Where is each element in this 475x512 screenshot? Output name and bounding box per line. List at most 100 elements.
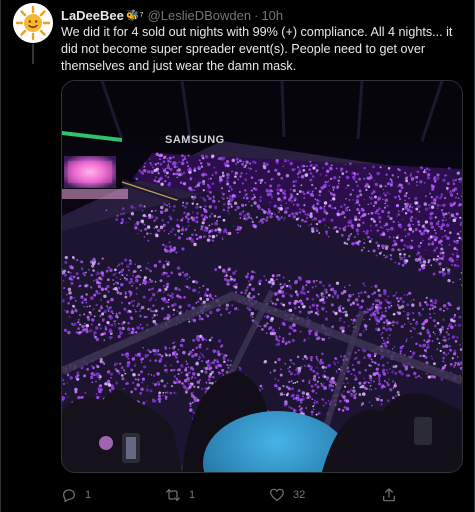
lightstick-dot xyxy=(328,165,330,168)
lightstick-dot xyxy=(316,199,319,202)
lightstick-dot xyxy=(344,163,347,165)
lightstick-dot xyxy=(88,311,91,314)
lightstick-dot xyxy=(203,208,208,213)
lightstick-dot xyxy=(406,293,409,296)
lightstick-dot xyxy=(410,322,412,325)
lightstick-dot xyxy=(190,392,193,395)
lightstick-dot xyxy=(447,279,450,282)
lightstick-dot xyxy=(62,378,65,382)
lightstick-dot xyxy=(225,160,230,164)
lightstick-dot xyxy=(209,177,212,180)
tweet-image[interactable]: SAMSUNG xyxy=(61,80,463,473)
lightstick-dot xyxy=(450,213,455,218)
lightstick-dot xyxy=(252,187,256,190)
lightstick-dot xyxy=(311,303,315,307)
timestamp[interactable]: 10h xyxy=(261,8,283,23)
lightstick-dot xyxy=(347,325,350,328)
like-button[interactable]: 32 xyxy=(269,487,305,503)
lightstick-dot xyxy=(447,167,451,170)
lightstick-dot xyxy=(199,379,201,381)
display-name[interactable]: LaDeeBee xyxy=(61,8,124,23)
lightstick-dot xyxy=(300,175,305,179)
lightstick-dot xyxy=(297,176,300,179)
lightstick-dot xyxy=(395,236,399,239)
lightstick-dot xyxy=(259,384,263,388)
lightstick-dot xyxy=(132,381,135,385)
lightstick-dot xyxy=(200,165,204,168)
lightstick-dot xyxy=(215,359,219,363)
lightstick-dot xyxy=(251,177,254,180)
lightstick-dot xyxy=(375,254,378,257)
lightstick-dot xyxy=(251,220,254,224)
lightstick-dot xyxy=(262,164,266,168)
lightstick-dot xyxy=(390,226,394,231)
retweet-button[interactable]: 1 xyxy=(165,487,195,503)
lightstick-dot xyxy=(397,185,400,188)
share-button[interactable] xyxy=(381,487,405,503)
lightstick-dot xyxy=(328,190,330,192)
lightstick-dot xyxy=(83,274,86,277)
lightstick-dot xyxy=(159,176,163,180)
lightstick-dot xyxy=(198,314,201,318)
lightstick-dot xyxy=(352,322,354,325)
lightstick-dot xyxy=(95,364,98,366)
lightstick-dot xyxy=(266,322,269,325)
lightstick-dot xyxy=(391,371,394,374)
lightstick-dot xyxy=(404,365,409,369)
lightstick-dot xyxy=(349,193,353,196)
lightstick-dot xyxy=(222,202,226,206)
lightstick-dot xyxy=(302,304,306,309)
lightstick-dot xyxy=(139,283,142,286)
lightstick-dot xyxy=(177,348,180,351)
lightstick-dot xyxy=(276,187,280,192)
lightstick-dot xyxy=(285,393,289,397)
lightstick-dot xyxy=(188,168,192,172)
lightstick-dot xyxy=(274,213,276,216)
lightstick-dot xyxy=(442,255,445,258)
lightstick-dot xyxy=(433,248,437,252)
samsung-sign: SAMSUNG xyxy=(165,134,225,146)
lightstick-dot xyxy=(400,325,404,329)
avatar[interactable] xyxy=(13,3,53,43)
lightstick-dot xyxy=(432,362,436,366)
lightstick-dot xyxy=(100,299,102,301)
lightstick-dot xyxy=(259,220,262,223)
lightstick-dot xyxy=(299,225,302,228)
lightstick-dot xyxy=(386,182,390,186)
lightstick-dot xyxy=(229,203,233,206)
lightstick-dot xyxy=(309,355,313,360)
lightstick-dot xyxy=(149,307,152,310)
user-handle[interactable]: @LeslieDBowden xyxy=(148,8,252,23)
lightstick-dot xyxy=(214,205,218,210)
lightstick-dot xyxy=(363,199,366,201)
lightstick-dot xyxy=(380,386,384,390)
lightstick-dot xyxy=(203,235,206,238)
lightstick-dot xyxy=(190,394,195,398)
lightstick-dot xyxy=(156,314,159,316)
lightstick-dot xyxy=(360,305,364,309)
tweet[interactable]: LaDeeBee 🐝⁷ @LeslieDBowden · 10h We did … xyxy=(0,0,475,512)
lightstick-dot xyxy=(325,174,328,177)
lightstick-dot xyxy=(282,218,285,221)
lightstick-dot xyxy=(404,228,407,231)
lightstick-dot xyxy=(163,203,166,206)
lightstick-dot xyxy=(250,311,255,316)
lightstick-dot xyxy=(130,212,135,216)
lightstick-dot xyxy=(406,245,410,249)
reply-button[interactable]: 1 xyxy=(61,487,91,503)
lightstick-dot xyxy=(359,210,361,212)
lightstick-dot xyxy=(163,157,165,159)
lightstick-dot xyxy=(430,264,432,266)
lightstick-dot xyxy=(72,256,75,259)
lightstick-dot xyxy=(456,336,459,339)
lightstick-dot xyxy=(429,216,433,220)
lightstick-dot xyxy=(403,244,406,247)
lightstick-dot xyxy=(230,364,232,366)
lightstick-dot xyxy=(368,401,371,403)
lightstick-dot xyxy=(279,199,283,202)
lightstick-dot xyxy=(362,221,365,224)
lightstick-dot xyxy=(327,400,330,402)
lightstick-dot xyxy=(354,174,356,176)
lightstick-dot xyxy=(231,158,235,163)
lightstick-dot xyxy=(280,204,283,207)
